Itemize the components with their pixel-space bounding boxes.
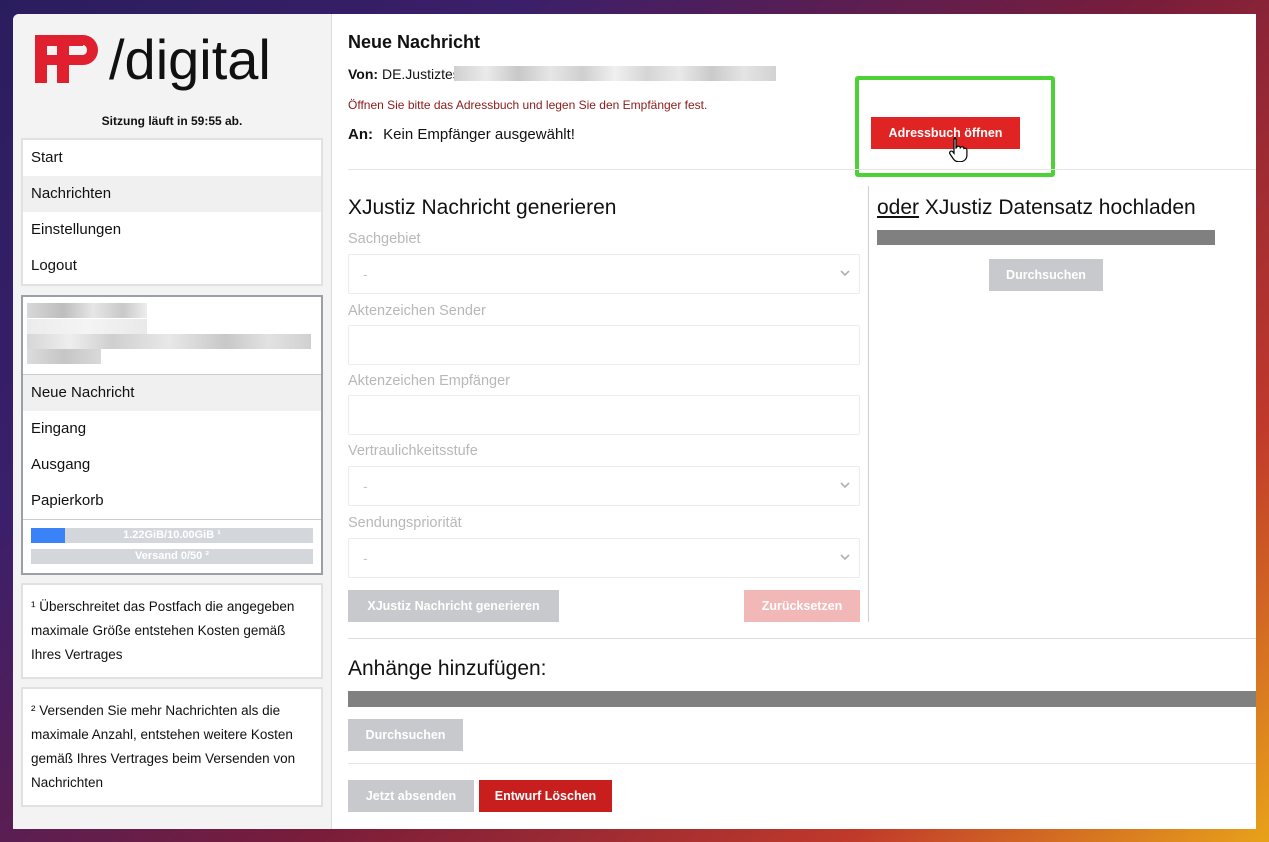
prioritaet-value: - bbox=[363, 550, 368, 566]
column-divider bbox=[868, 186, 869, 622]
storage-bar-label: 1.22GiB/10.00GiB ¹ bbox=[123, 529, 221, 541]
chevron-down-icon bbox=[840, 482, 850, 489]
prioritaet-label: Sendungspriorität bbox=[348, 515, 462, 531]
generate-xjustiz-button[interactable]: XJustiz Nachricht generieren bbox=[348, 590, 559, 622]
az-sender-label: Aktenzeichen Sender bbox=[348, 303, 486, 319]
nav-item-start[interactable]: Start bbox=[23, 140, 321, 176]
from-label: Von: bbox=[348, 66, 379, 82]
nav-item-einstellungen[interactable]: Einstellungen bbox=[23, 212, 321, 248]
note-sending: ² Versenden Sie mehr Nachrichten als die… bbox=[21, 687, 323, 807]
to-label: An: bbox=[348, 126, 373, 143]
divider-bottom bbox=[348, 763, 1256, 764]
to-value: Kein Empfänger ausgewählt! bbox=[383, 126, 575, 143]
page-title: Neue Nachricht bbox=[348, 32, 481, 52]
send-bar-label: Versand 0/50 ² bbox=[135, 550, 209, 562]
delete-draft-button[interactable]: Entwurf Löschen bbox=[479, 780, 612, 812]
from-redacted bbox=[454, 66, 776, 81]
az-empfaenger-label: Aktenzeichen Empfänger bbox=[348, 373, 511, 389]
upload-heading-oder: oder bbox=[877, 196, 920, 219]
main-nav: Start Nachrichten Einstellungen Logout bbox=[21, 138, 323, 286]
mailbox-item-papierkorb[interactable]: Papierkorb bbox=[23, 483, 321, 519]
attachments-browse-button[interactable]: Durchsuchen bbox=[348, 719, 463, 751]
mailbox-owner-redacted bbox=[23, 297, 321, 375]
quota-section: 1.22GiB/10.00GiB ¹ Versand 0/50 ² bbox=[23, 519, 321, 573]
vertraulichkeit-value: - bbox=[363, 478, 368, 494]
nav-item-logout[interactable]: Logout bbox=[23, 248, 321, 284]
upload-browse-button[interactable]: Durchsuchen bbox=[989, 259, 1103, 291]
fp-digital-logo[interactable]: /digital bbox=[21, 22, 323, 100]
vertraulichkeit-label: Vertraulichkeitsstufe bbox=[348, 443, 478, 459]
nav-item-nachrichten[interactable]: Nachrichten bbox=[23, 176, 321, 212]
upload-heading-rest: XJustiz Datensatz hochladen bbox=[919, 196, 1196, 219]
logo-mark: /digital bbox=[35, 31, 271, 91]
prioritaet-select[interactable]: - bbox=[348, 538, 860, 578]
compose-area: Neue Nachricht Von: DE.Justiztest Öffnen… bbox=[332, 14, 1256, 829]
chevron-down-icon bbox=[840, 270, 850, 277]
az-sender-input[interactable] bbox=[348, 325, 860, 365]
xjustiz-generate-heading: XJustiz Nachricht generieren bbox=[348, 196, 617, 219]
xjustiz-upload-heading: oder XJustiz Datensatz hochladen bbox=[877, 196, 1196, 220]
from-line: Von: DE.Justiztest bbox=[348, 66, 464, 82]
chevron-down-icon bbox=[840, 554, 850, 561]
from-value: DE.Justiztest bbox=[381, 66, 464, 82]
mailbox-item-neue-nachricht[interactable]: Neue Nachricht bbox=[23, 375, 321, 411]
sachgebiet-value: - bbox=[363, 266, 368, 282]
az-empfaenger-input[interactable] bbox=[348, 395, 860, 435]
to-line: An: Kein Empfänger ausgewählt! bbox=[348, 126, 575, 143]
app-window: /digital Sitzung läuft in 59:55 ab. Star… bbox=[13, 14, 1256, 829]
mailbox-item-ausgang[interactable]: Ausgang bbox=[23, 447, 321, 483]
send-now-button[interactable]: Jetzt absenden bbox=[348, 780, 474, 812]
send-bar: Versand 0/50 ² bbox=[31, 549, 313, 564]
open-addressbook-button[interactable]: Adressbuch öffnen bbox=[871, 117, 1020, 149]
attachments-file-bar bbox=[348, 691, 1256, 707]
vertraulichkeit-select[interactable]: - bbox=[348, 466, 860, 506]
recipient-hint: Öffnen Sie bitte das Adressbuch und lege… bbox=[348, 98, 708, 112]
divider-middle bbox=[348, 638, 1256, 639]
sachgebiet-select[interactable]: - bbox=[348, 254, 860, 294]
note-storage: ¹ Überschreitet das Postfach die angegeb… bbox=[21, 583, 323, 679]
logo-text: /digital bbox=[109, 31, 271, 91]
storage-bar: 1.22GiB/10.00GiB ¹ bbox=[31, 528, 313, 543]
attachments-heading: Anhänge hinzufügen: bbox=[348, 657, 547, 680]
sachgebiet-label: Sachgebiet bbox=[348, 231, 421, 247]
upload-file-bar bbox=[877, 230, 1215, 245]
sidebar: /digital Sitzung läuft in 59:55 ab. Star… bbox=[13, 14, 332, 829]
reset-button[interactable]: Zurücksetzen bbox=[744, 590, 860, 622]
divider-top bbox=[348, 169, 1256, 170]
session-timer: Sitzung läuft in 59:55 ab. bbox=[101, 114, 243, 128]
hand-cursor-icon bbox=[949, 137, 968, 162]
mailbox-panel: Neue Nachricht Eingang Ausgang Papierkor… bbox=[21, 295, 323, 575]
mailbox-item-eingang[interactable]: Eingang bbox=[23, 411, 321, 447]
